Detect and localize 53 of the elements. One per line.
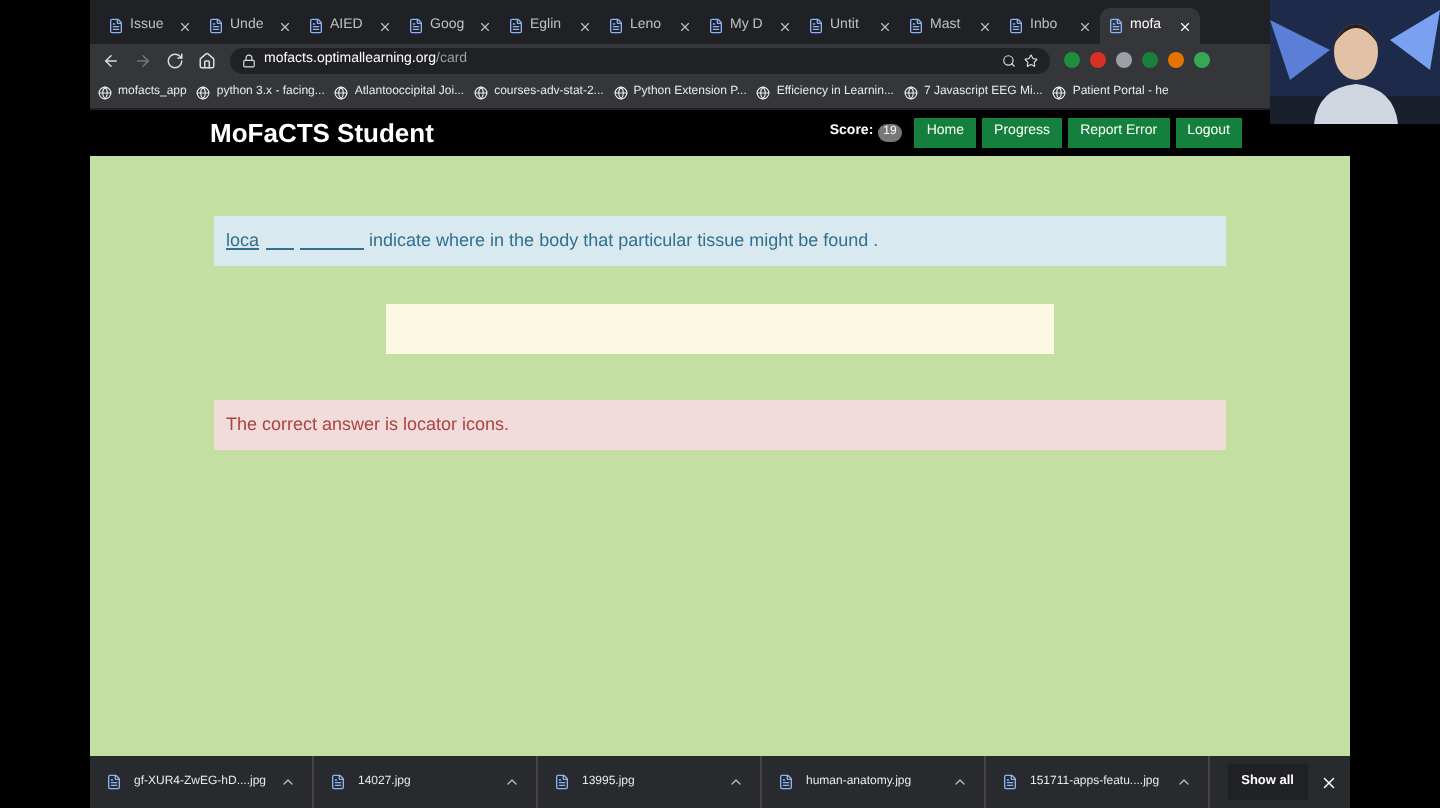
tab-page-icon [108,18,124,34]
blank-line [265,248,294,250]
hint-text: loca [226,227,260,254]
file-icon [106,774,122,790]
file-icon [1002,774,1018,790]
caret-icon[interactable] [504,774,520,790]
blank-line [299,248,364,250]
tab-page-icon [508,18,524,34]
tab-page-icon [1108,18,1124,34]
close-icon[interactable] [678,19,692,33]
feedback-text: The correct answer is locator icons. [226,411,510,438]
close-icon[interactable] [478,19,492,33]
tab-page-icon [208,18,224,34]
reload-icon[interactable] [166,51,184,69]
caret-icon[interactable] [728,774,744,790]
tab-page-icon [808,18,824,34]
globe-icon [98,85,112,99]
close-icon[interactable] [878,19,892,33]
tab-page-icon [708,18,724,34]
tab-page-icon [608,18,624,34]
answer-field[interactable] [386,304,1054,354]
globe-icon [474,85,489,99]
tab-page-icon [908,18,924,34]
forward-icon[interactable] [134,51,152,69]
globe-icon [903,85,918,99]
file-icon [330,774,346,790]
globe-icon [1052,85,1067,99]
app-title: MoFaCTS Student [210,115,434,152]
globe-icon [613,85,628,99]
caret-icon[interactable] [952,774,968,790]
tab-page-icon [1008,18,1024,34]
close-icon[interactable] [578,19,592,33]
close-icon[interactable] [978,19,992,33]
star-icon[interactable] [1024,53,1038,67]
close-icon[interactable] [178,19,192,33]
back-icon[interactable] [102,51,120,69]
caret-icon[interactable] [1176,774,1192,790]
close-icon[interactable] [278,19,292,33]
tab-page-icon [408,18,424,34]
tab-page-icon [308,18,324,34]
globe-icon [334,85,349,99]
close-icon[interactable] [378,19,392,33]
home-icon[interactable] [198,51,216,69]
caret-icon[interactable] [280,774,296,790]
file-icon [554,774,570,790]
search-icon[interactable] [1002,53,1016,67]
close-icon[interactable] [778,19,792,33]
lock-icon [242,53,256,67]
file-icon [778,774,794,790]
prompt-text: indicate where in the body that particular tissue might be found . [369,227,879,254]
globe-icon [196,85,211,99]
globe-icon [756,85,771,99]
close-icon[interactable] [1078,19,1092,33]
